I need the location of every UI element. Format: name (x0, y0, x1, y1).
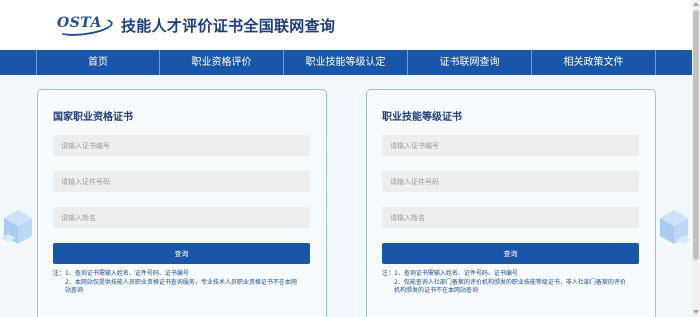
site-header: OSTA 技能人才评价证书全国联网查询 (0, 0, 692, 50)
card-title: 职业技能等级证书 (382, 112, 462, 123)
name-input[interactable] (382, 207, 639, 228)
note-line: 2、仅能查询人社部门备案的评价机构颁发的职业技能等级证书，非人社部门备案的评价 (394, 278, 626, 286)
note-line: 机构颁发的证书不在本网站查询 (394, 287, 479, 294)
national-qualification-card: 国家职业资格证书 查询 注：1、查询证书需输入姓名、证件号码、证书编号 2、本网… (37, 89, 327, 317)
decorative-cubes-icon (0, 210, 32, 244)
id-number-input[interactable] (53, 171, 310, 192)
card-title: 国家职业资格证书 (53, 112, 133, 123)
scroll-up-icon[interactable] (693, 2, 699, 6)
note-line: 站查询 (65, 287, 84, 294)
scroll-thumb[interactable] (693, 10, 699, 260)
nav-item-qualification-evaluation[interactable]: 职业资格评价 (159, 50, 283, 75)
main-nav: 首页 职业资格评价 职业技能等级认定 证书联网查询 相关政策文件 (0, 50, 692, 75)
skill-level-card: 职业技能等级证书 查询 注：1、查询证书需输入姓名、证件号码、证书编号 2、仅能… (366, 89, 656, 317)
query-note: 注：1、查询证书需输入姓名、证件号码、证书编号 2、仅能查询人社部门备案的评价机… (382, 270, 652, 296)
scroll-down-icon[interactable] (693, 310, 699, 314)
main-content: 国家职业资格证书 查询 注：1、查询证书需输入姓名、证件号码、证书编号 2、本网… (0, 75, 692, 317)
nav-item-home[interactable]: 首页 (36, 50, 159, 75)
query-button[interactable]: 查询 (382, 243, 639, 264)
site-title: 技能人才评价证书全国联网查询 (121, 17, 336, 35)
query-button[interactable]: 查询 (53, 243, 310, 264)
certificate-number-input[interactable] (53, 135, 310, 156)
note-line: 注：1、查询证书需输入姓名、证件号码、证书编号 (53, 270, 189, 277)
certificate-number-input[interactable] (382, 135, 639, 156)
decorative-cubes-icon (660, 210, 692, 244)
nav-item-certificate-query[interactable]: 证书联网查询 (407, 50, 531, 75)
osta-logo[interactable]: OSTA (56, 15, 114, 39)
nav-item-policy-documents[interactable]: 相关政策文件 (531, 50, 655, 75)
query-note: 注：1、查询证书需输入姓名、证件号码、证书编号 2、本网站仅提供技能人员职业资格… (53, 270, 323, 296)
vertical-scrollbar[interactable] (692, 0, 700, 317)
note-line: 注：1、查询证书需输入姓名、证件号码、证书编号 (382, 270, 518, 277)
logo-text: OSTA (57, 15, 102, 31)
note-line: 2、本网站仅提供技能人员职业资格证书查询服务，专业技术人员职业资格证书不在本网 (65, 278, 297, 286)
nav-spacer (655, 50, 692, 75)
nav-item-skill-level-certification[interactable]: 职业技能等级认定 (283, 50, 407, 75)
name-input[interactable] (53, 207, 310, 228)
id-number-input[interactable] (382, 171, 639, 192)
